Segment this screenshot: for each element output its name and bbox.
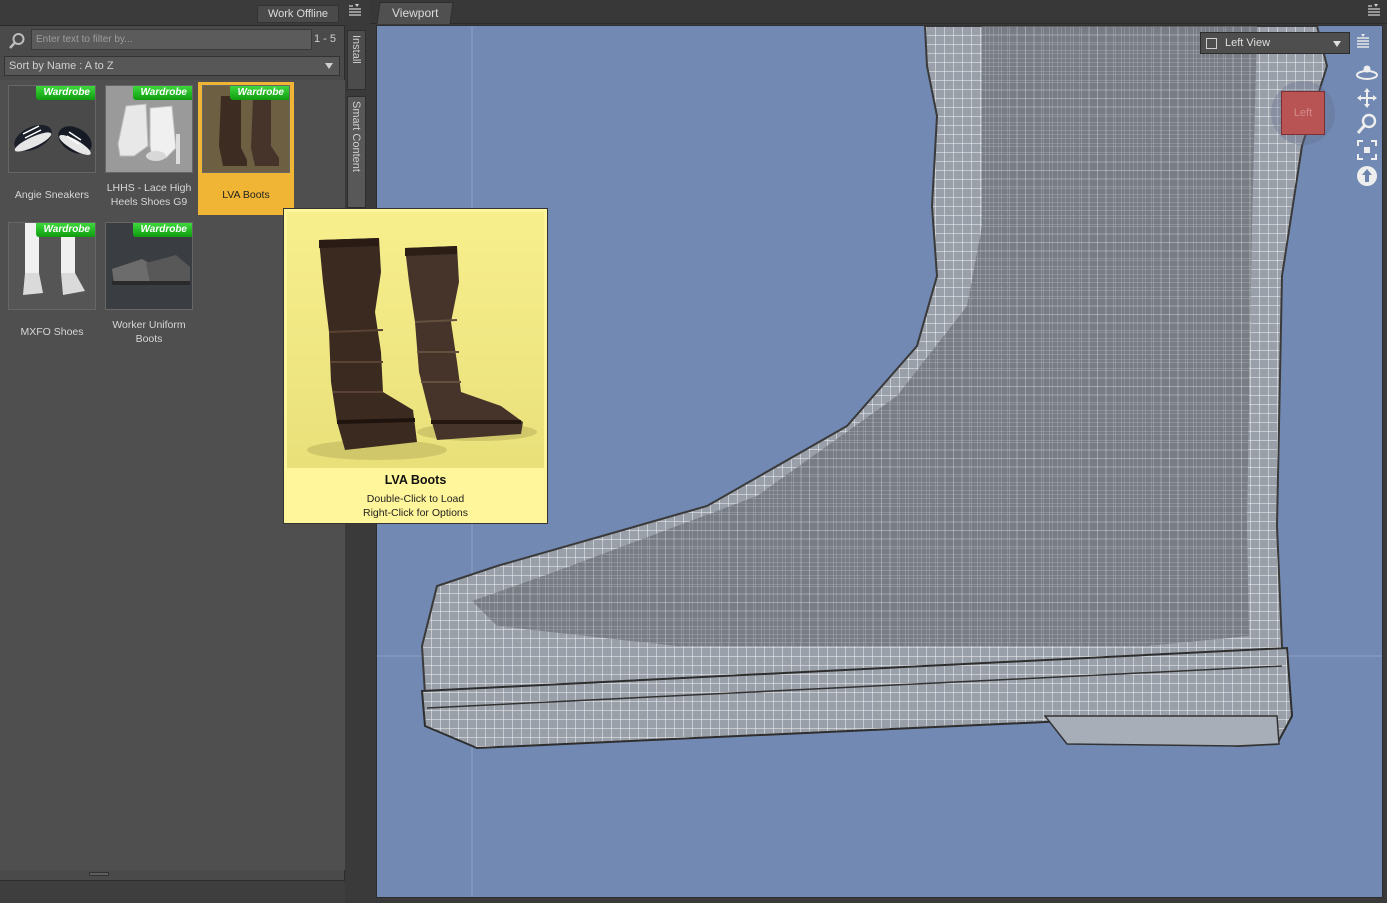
panel-menu-icon[interactable] [348, 4, 362, 16]
thumbnail-lva-boots: Wardrobe [202, 85, 290, 173]
zoom-icon[interactable] [1355, 112, 1379, 136]
boots-preview-image [307, 238, 537, 460]
tab-install-label: Install [350, 35, 362, 64]
wardrobe-badge: Wardrobe [132, 223, 192, 237]
wardrobe-badge: Wardrobe [132, 86, 192, 100]
content-tile[interactable]: Wardrobe MXFO Shoes [4, 219, 100, 352]
tile-label: LHHS - Lace High Heels Shoes G9 [106, 182, 192, 208]
work-offline-button[interactable]: Work Offline [257, 5, 339, 23]
tab-viewport[interactable]: Viewport [376, 2, 454, 24]
camera-view-icon [1206, 38, 1217, 49]
view-select-dropdown[interactable]: Left View [1200, 32, 1350, 54]
filter-row: 1 - 5 [4, 29, 341, 52]
orbit-icon[interactable] [1355, 60, 1379, 84]
tile-label: Angie Sneakers [14, 189, 90, 201]
result-count: 1 - 5 [314, 33, 337, 45]
tab-smart-content[interactable]: Smart Content [347, 96, 366, 208]
thumbnail-worker-uniform-boots: Wardrobe [105, 222, 193, 310]
viewport-options-icon[interactable] [1355, 34, 1371, 50]
filter-input[interactable] [31, 29, 312, 50]
content-tile[interactable]: Wardrobe Worker Uniform Boots [101, 219, 197, 352]
tab-smart-content-label: Smart Content [350, 101, 362, 172]
panel-bottom-bar [0, 880, 345, 903]
tile-label: Worker Uniform Boots [112, 319, 186, 345]
view-cube[interactable]: Left [1281, 91, 1325, 135]
viewport-tab-label: Viewport [391, 6, 439, 20]
sort-label: Sort by Name : A to Z [9, 60, 114, 72]
content-tile[interactable]: Wardrobe Angie Sneakers [4, 82, 100, 215]
pan-icon[interactable] [1355, 86, 1379, 110]
chevron-down-icon [325, 63, 333, 69]
viewport-header [370, 0, 1387, 24]
chevron-down-icon [1333, 41, 1341, 47]
tooltip-title: LVA Boots [384, 473, 447, 487]
tooltip-hint-options: Right-Click for Options [362, 507, 469, 519]
sort-dropdown[interactable]: Sort by Name : A to Z [4, 56, 340, 76]
thumbnail-angie-sneakers: Wardrobe [8, 85, 96, 173]
tab-install[interactable]: Install [347, 30, 366, 90]
tile-label: MXFO Shoes [20, 326, 84, 338]
frame-icon[interactable] [1355, 138, 1379, 162]
viewport-menu-icon[interactable] [1367, 4, 1381, 16]
search-icon[interactable] [8, 32, 26, 50]
resize-handle[interactable] [89, 872, 109, 876]
view-select-value: Left View [1225, 37, 1271, 49]
tooltip-preview-image [287, 212, 544, 468]
panel-top-bar: Work Offline [0, 0, 345, 26]
wardrobe-badge: Wardrobe [35, 86, 95, 100]
wardrobe-badge: Wardrobe [35, 223, 95, 237]
thumbnail-mxfo-shoes: Wardrobe [8, 222, 96, 310]
item-tooltip: LVA Boots Double-Click to Load Right-Cli… [283, 208, 548, 524]
tooltip-hint-load: Double-Click to Load [366, 493, 465, 505]
content-tile[interactable]: Wardrobe LVA Boots [198, 82, 294, 215]
reset-view-icon[interactable] [1355, 164, 1379, 188]
content-tile[interactable]: Wardrobe LHHS - Lace High Heels Shoes G9 [101, 82, 197, 215]
tile-label: LVA Boots [222, 189, 270, 201]
thumbnail-lhhs-heels: Wardrobe [105, 85, 193, 173]
wardrobe-badge: Wardrobe [229, 86, 289, 100]
